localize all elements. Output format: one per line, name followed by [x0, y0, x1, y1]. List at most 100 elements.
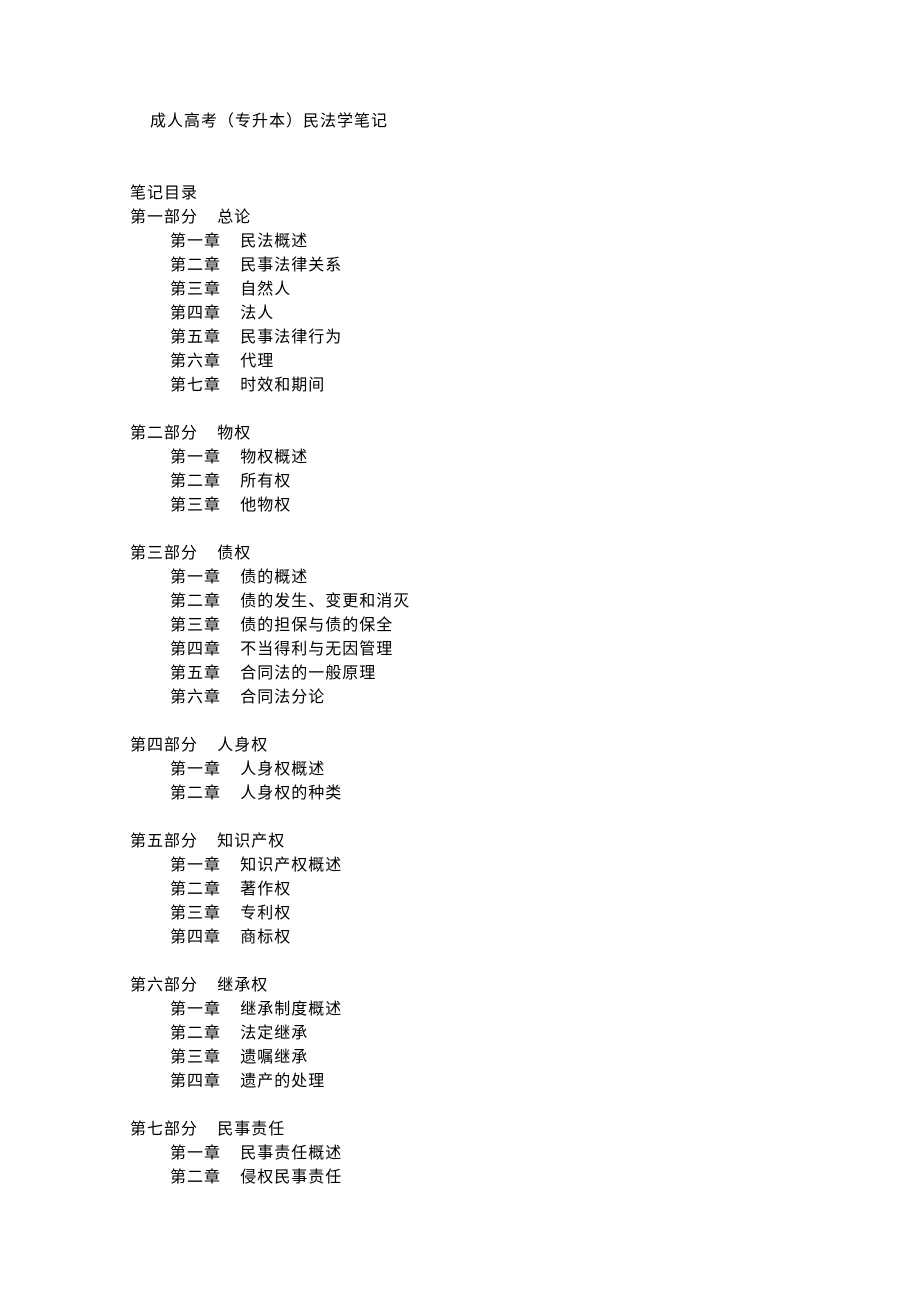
toc-chapter: 第六章合同法分论: [130, 686, 920, 710]
toc-chapter-label: 第二章: [170, 881, 221, 898]
toc-chapter-label: 第一章: [170, 233, 221, 250]
toc-chapter-name: 侵权民事责任: [240, 1169, 342, 1186]
toc-chapter-name: 知识产权概述: [240, 857, 342, 874]
toc-chapter-label: 第二章: [170, 1025, 221, 1042]
toc-part-name: 总论: [217, 209, 251, 226]
toc-chapter-label: 第一章: [170, 1001, 221, 1018]
toc-chapter: 第二章侵权民事责任: [130, 1166, 920, 1190]
toc-chapter: 第二章人身权的种类: [130, 782, 920, 806]
toc-part-heading: 第四部分 人身权: [130, 734, 920, 758]
toc-part: 第六部分继承权第一章 继承制度概述第二章 法定继承第三章 遗嘱继承第四章 遗产的处理: [130, 974, 920, 1094]
toc-chapter-name: 时效和期间: [240, 377, 325, 394]
toc-chapter-label: 第一章: [170, 569, 221, 586]
toc-chapter: 第三章自然人: [130, 278, 920, 302]
toc-chapter: 第一章物权概述: [130, 446, 920, 470]
toc-chapter: 第三章 遗嘱继承: [130, 1046, 920, 1070]
toc-body: 第一部分 总论第一章民法概述第二章 民事法律关系第三章自然人第四章 法人第五章 民事法律…: [130, 206, 920, 1190]
toc-chapter: 第二章 民事法律关系: [130, 254, 920, 278]
toc-chapter-label: 第五章: [170, 329, 221, 346]
toc-part-label: 第四部分: [130, 737, 198, 754]
document-page: 成人高考（专升本）民法学笔记 笔记目录 第一部分总论第一章民法概述第二章民事法律…: [0, 110, 920, 1190]
toc-chapter: 第五章 合同法的一般原理: [130, 662, 920, 686]
toc-chapter: 第一章 债的概述: [130, 566, 920, 590]
toc-chapter-name: 债的概述: [240, 569, 308, 586]
toc-part-name: 民事责任: [217, 1121, 285, 1138]
toc-chapter-name: 民事责任概述: [240, 1145, 342, 1162]
toc-part: 第七部分 民事责任第一章 民事责任概述第二章侵权民事责任: [130, 1118, 920, 1190]
toc-part-label: 第二部分: [130, 425, 198, 442]
toc-part-name: 人身权: [217, 737, 268, 754]
toc-part-name: 物权: [217, 425, 251, 442]
toc-chapter: 第四章 法人: [130, 302, 920, 326]
toc-chapter-label: 第三章: [170, 1049, 221, 1066]
toc-chapter: 第四章不当得利与无因管理: [130, 638, 920, 662]
toc-chapter-label: 第三章: [170, 281, 221, 298]
toc-chapter: 第三章 他物权: [130, 494, 920, 518]
toc-chapter: 第二章 法定继承: [130, 1022, 920, 1046]
toc-chapter-name: 所有权: [240, 473, 291, 490]
toc-chapter: 第五章 民事法律行为: [130, 326, 920, 350]
toc-chapter-name: 遗嘱继承: [240, 1049, 308, 1066]
toc-chapter-name: 人身权的种类: [240, 785, 342, 802]
toc-chapter-name: 债的担保与债的保全: [240, 617, 393, 634]
toc-chapter-label: 第四章: [170, 305, 221, 322]
toc-part: 第一部分 总论第一章民法概述第二章 民事法律关系第三章自然人第四章 法人第五章 民事法律…: [130, 206, 920, 398]
toc-part: 第三部分债权第一章债的概述第二章债的发生、变更和消灭第三章债的担保与债的保全第四…: [130, 542, 920, 710]
toc-chapter-name: 民事法律行为: [240, 329, 342, 346]
toc-chapter: 第一章 民事责任概述: [130, 1142, 920, 1166]
toc-chapter: 第六章代理: [130, 350, 920, 374]
toc-chapter-name: 继承制度概述: [240, 1001, 342, 1018]
toc-part: 第五部分 知识产权第一章 知识产权概述第二章 著作权第三章 专利权第四章 商标权: [130, 830, 920, 950]
toc-chapter: 第三章债的担保与债的保全: [130, 614, 920, 638]
toc-part-heading: 第二部分 物权: [130, 422, 920, 446]
toc-chapter-label: 第二章: [170, 257, 221, 274]
toc-chapter-label: 第一章: [170, 761, 221, 778]
toc-chapter-name: 合同法分论: [240, 689, 325, 706]
toc-chapter-name: 商标权: [240, 929, 291, 946]
toc-chapter-label: 第三章: [170, 497, 221, 514]
toc-chapter: 第四章 遗产的处理: [130, 1070, 920, 1094]
toc-chapter-name: 民事法律关系: [240, 257, 342, 274]
toc-chapter-name: 合同法的一般原理: [240, 665, 376, 682]
toc-part-name: 继承权: [217, 977, 268, 994]
toc-part-heading: 第一部分 总论: [130, 206, 920, 230]
toc-chapter-name: 法定继承: [240, 1025, 308, 1042]
toc-part-heading: 第三部分 债权: [130, 542, 920, 566]
toc-chapter-label: 第二章: [170, 593, 221, 610]
toc-chapter: 第一章 人身权概述: [130, 758, 920, 782]
toc-chapter: 第二章债的发生、变更和消灭: [130, 590, 920, 614]
toc-part-label: 第三部分: [130, 545, 198, 562]
toc-chapter-label: 第五章: [170, 665, 221, 682]
toc-part: 第四部分 人身权第一章 人身权概述第二章人身权的种类: [130, 734, 920, 806]
toc-part-name: 债权: [217, 545, 251, 562]
toc-chapter-name: 著作权: [240, 881, 291, 898]
toc-part-label: 第七部分: [130, 1121, 198, 1138]
toc-chapter-label: 第四章: [170, 1073, 221, 1090]
toc-chapter: 第二章 所有权: [130, 470, 920, 494]
toc-chapter-label: 第一章: [170, 857, 221, 874]
toc-chapter-label: 第一章: [170, 449, 221, 466]
toc-part-heading: 第七部分 民事责任: [130, 1118, 920, 1142]
toc-chapter-name: 代理: [240, 353, 274, 370]
toc-chapter-name: 遗产的处理: [240, 1073, 325, 1090]
toc-part-heading: 第六部分继承权: [130, 974, 920, 998]
toc-chapter: 第三章 专利权: [130, 902, 920, 926]
toc-chapter-label: 第四章: [170, 641, 221, 658]
toc-part-label: 第五部分: [130, 833, 198, 850]
toc-part-label: 第一部分: [130, 209, 198, 226]
toc-chapter-label: 第四章: [170, 929, 221, 946]
toc-chapter-label: 第二章: [170, 473, 221, 490]
toc-part-heading: 第五部分 知识产权: [130, 830, 920, 854]
toc-chapter: 第四章 商标权: [130, 926, 920, 950]
toc-chapter: 第一章民法概述: [130, 230, 920, 254]
toc-part-name: 知识产权: [217, 833, 285, 850]
toc-chapter-label: 第七章: [170, 377, 221, 394]
toc-chapter-label: 第三章: [170, 905, 221, 922]
toc-chapter-name: 人身权概述: [240, 761, 325, 778]
toc-chapter-name: 专利权: [240, 905, 291, 922]
toc-chapter: 第七章 时效和期间: [130, 374, 920, 398]
toc-header: 笔记目录: [130, 182, 920, 206]
toc-chapter-name: 法人: [240, 305, 274, 322]
toc-chapter-name: 他物权: [240, 497, 291, 514]
toc-chapter-label: 第一章: [170, 1145, 221, 1162]
